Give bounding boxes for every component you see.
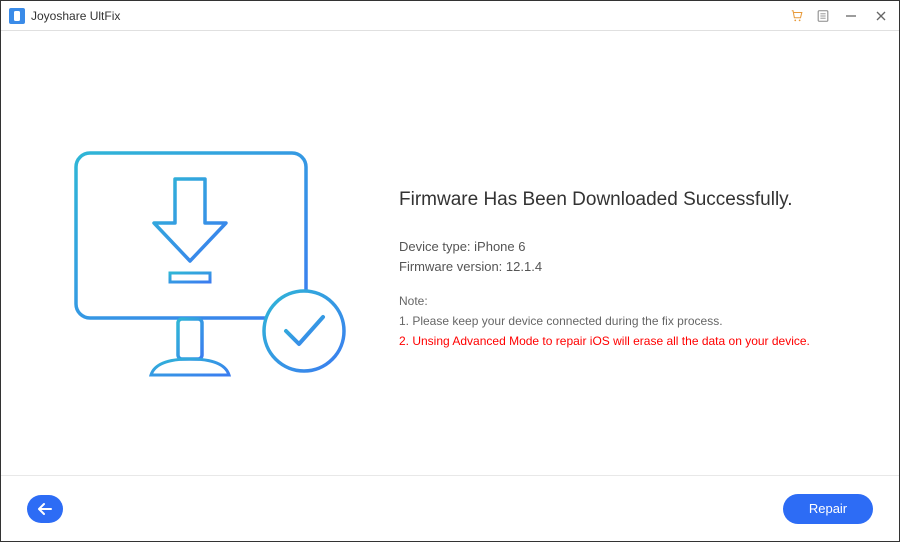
firmware-label: Firmware version: [399, 259, 506, 274]
content-area: Firmware Has Been Downloaded Successfull… [1, 31, 899, 475]
device-type-value: iPhone 6 [474, 239, 525, 254]
titlebar-right [789, 6, 891, 26]
app-window: Joyoshare UltFix [0, 0, 900, 542]
footer: Repair [1, 475, 899, 541]
firmware-line: Firmware version: 12.1.4 [399, 259, 869, 274]
note-line-2: 2. Unsing Advanced Mode to repair iOS wi… [399, 334, 869, 348]
titlebar-left: Joyoshare UltFix [9, 8, 120, 24]
note-line-1: 1. Please keep your device connected dur… [399, 314, 869, 328]
app-title: Joyoshare UltFix [31, 9, 120, 23]
info-panel: Firmware Has Been Downloaded Successfull… [371, 131, 869, 475]
back-button[interactable] [27, 495, 63, 523]
cart-icon[interactable] [789, 8, 805, 24]
headline: Firmware Has Been Downloaded Successfull… [399, 189, 869, 211]
menu-icon[interactable] [815, 8, 831, 24]
download-complete-illustration [31, 131, 371, 475]
device-type-label: Device type: [399, 239, 474, 254]
firmware-value: 12.1.4 [506, 259, 542, 274]
minimize-button[interactable] [841, 6, 861, 26]
titlebar: Joyoshare UltFix [1, 1, 899, 31]
note-label: Note: [399, 294, 869, 308]
app-logo-icon [9, 8, 25, 24]
close-button[interactable] [871, 6, 891, 26]
device-type-line: Device type: iPhone 6 [399, 239, 869, 254]
repair-button[interactable]: Repair [783, 494, 873, 524]
